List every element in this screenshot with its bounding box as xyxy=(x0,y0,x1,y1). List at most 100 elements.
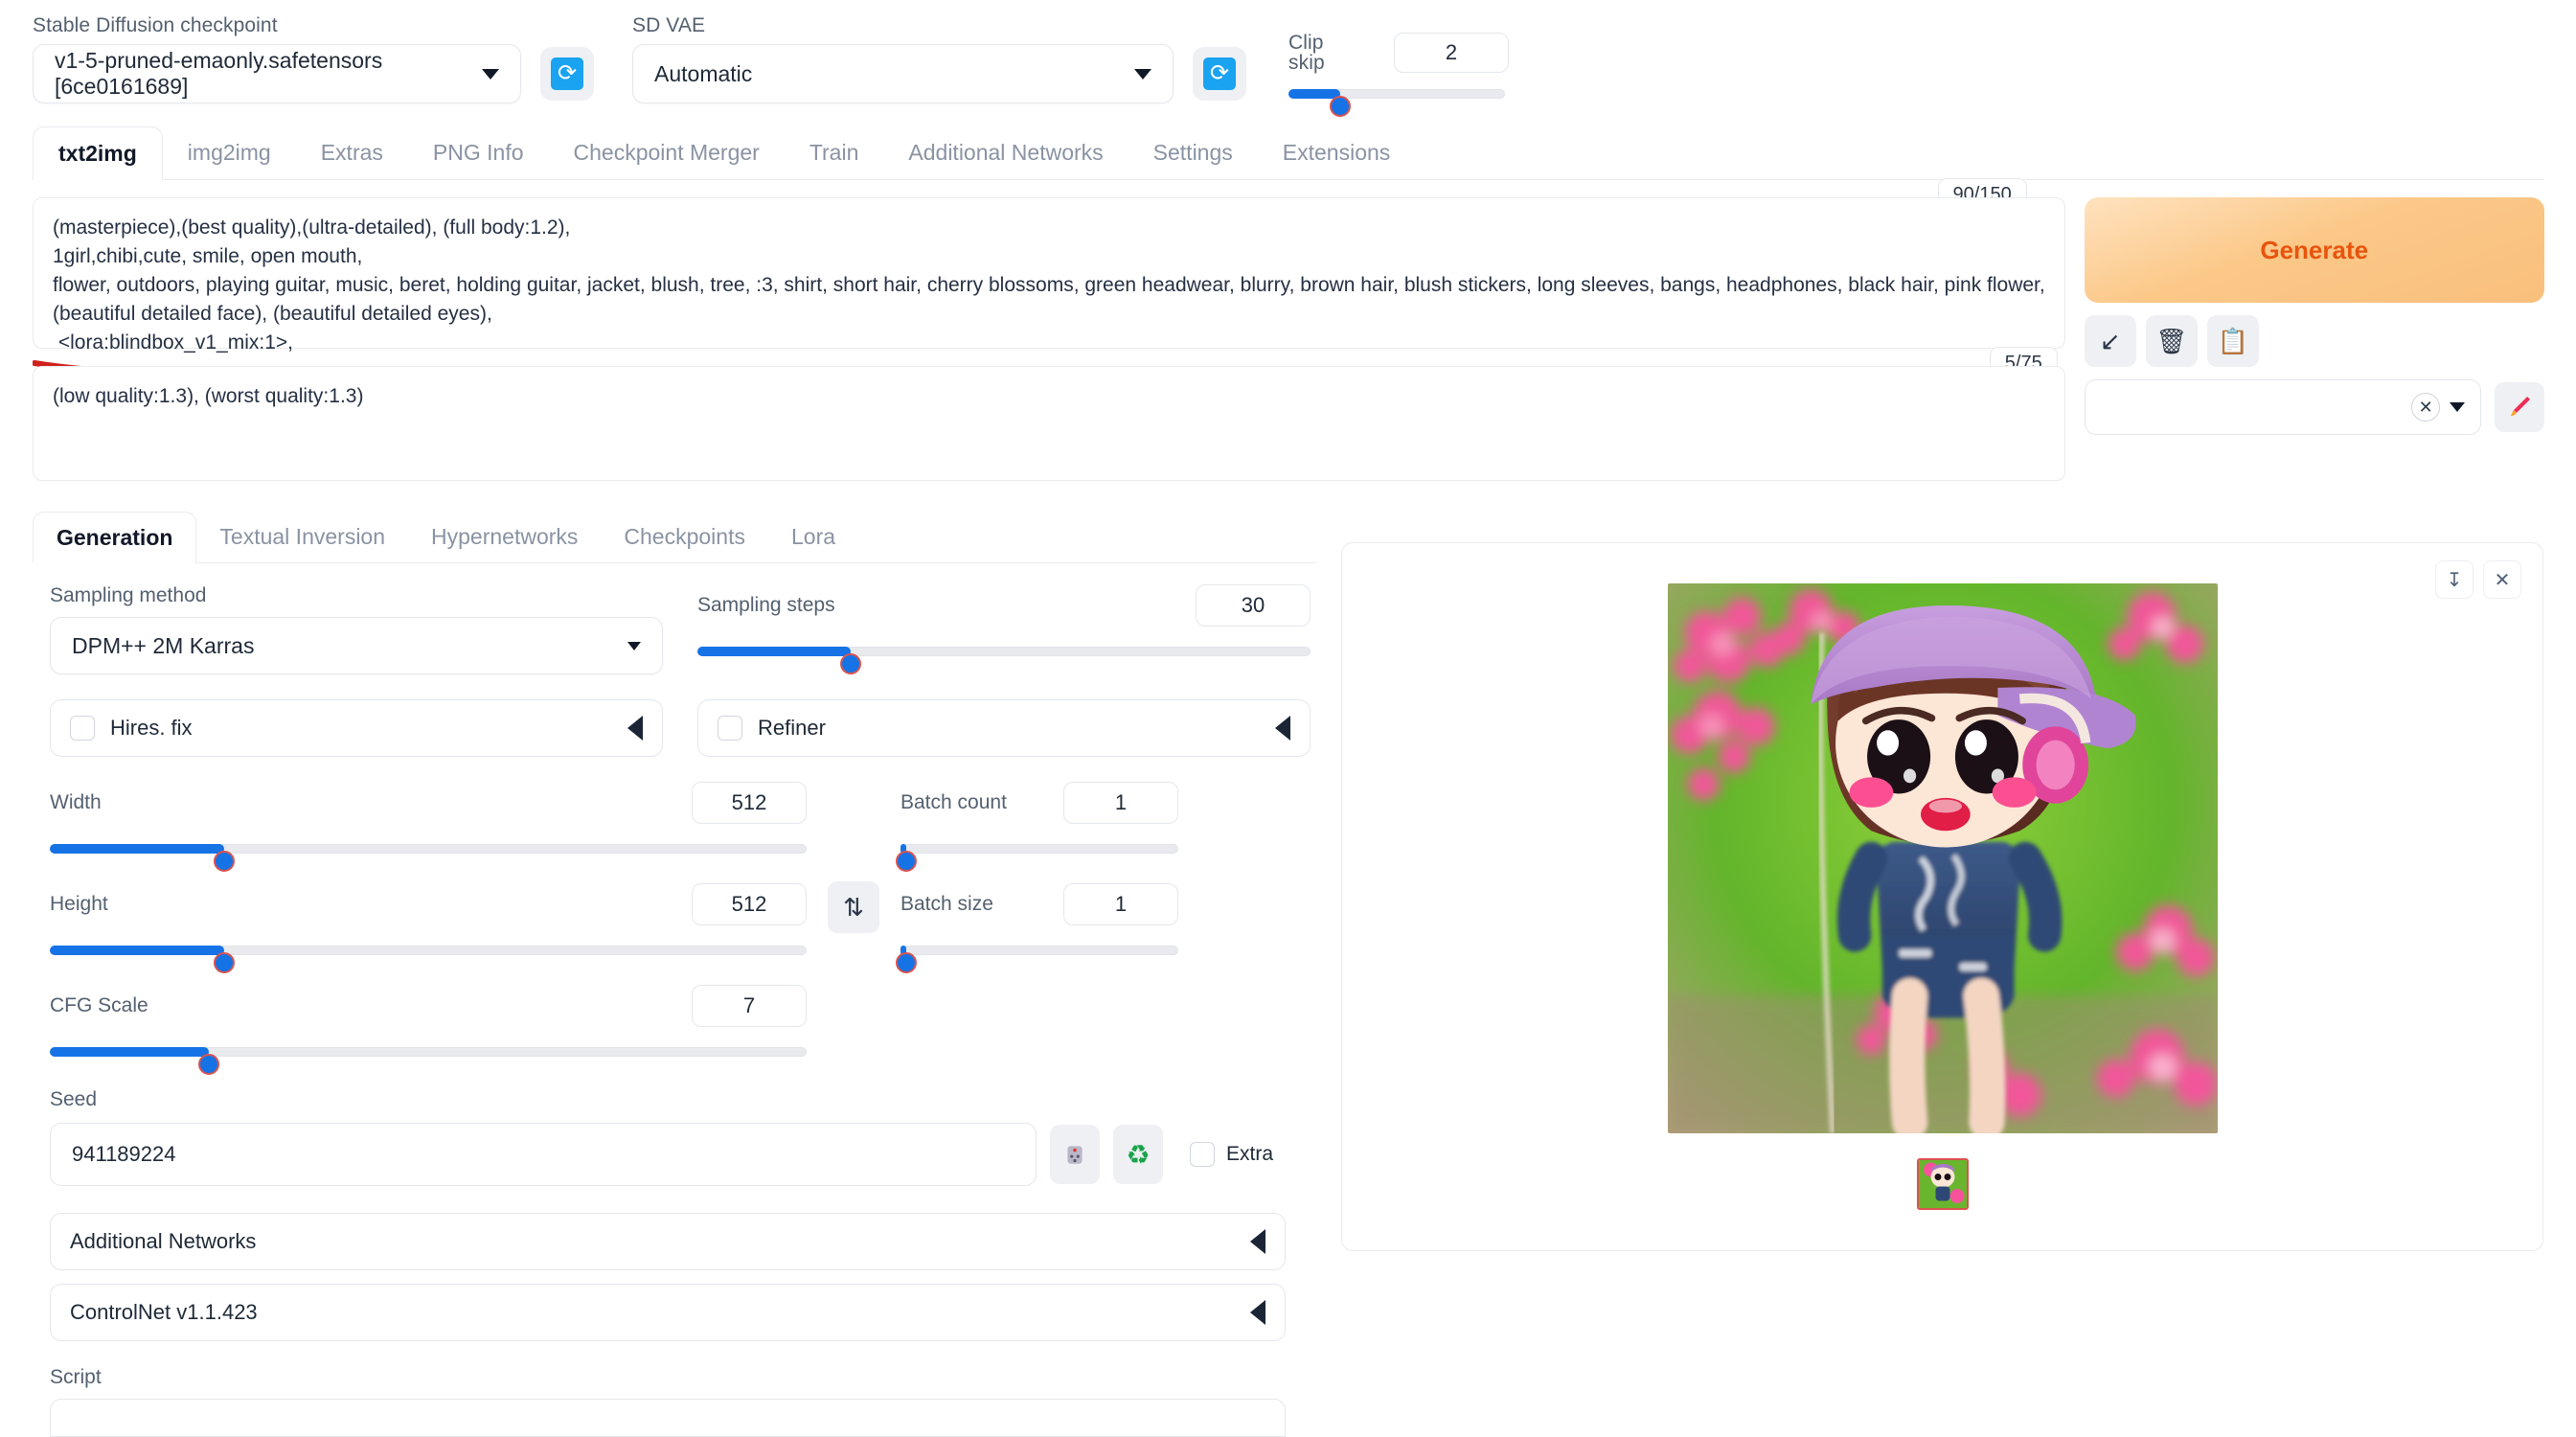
download-image-button[interactable]: ↧ xyxy=(2435,560,2473,599)
tab-train[interactable]: Train xyxy=(785,125,884,179)
hires-fix-label: Hires. fix xyxy=(110,716,193,740)
close-icon[interactable]: ✕ xyxy=(2411,393,2441,422)
styles-row: ✕ xyxy=(2084,379,2544,435)
script-dropdown[interactable] xyxy=(50,1399,1286,1437)
action-icon-row: ↙ 🗑 📋 xyxy=(2084,315,2544,367)
batch-count-value[interactable]: 1 xyxy=(1063,782,1178,824)
tab-checkpoint-merger[interactable]: Checkpoint Merger xyxy=(549,125,785,179)
styles-select[interactable]: ✕ xyxy=(2084,379,2482,435)
tab-lora[interactable]: Lora xyxy=(768,511,858,562)
slider-thumb[interactable] xyxy=(1330,96,1352,117)
slider-fill xyxy=(50,946,224,955)
slider-fill xyxy=(1288,89,1341,99)
clip-skip-value[interactable]: 2 xyxy=(1394,33,1509,73)
hires-fix-accordion[interactable]: Hires. fix xyxy=(50,699,663,757)
checkpoint-dropdown[interactable]: v1-5-pruned-emaonly.safetensors [6ce0161… xyxy=(33,44,521,103)
tab-txt2img[interactable]: txt2img xyxy=(33,126,163,180)
clip-skip-label: Clip skip xyxy=(1288,32,1325,74)
cfg-value[interactable]: 7 xyxy=(692,985,807,1027)
refiner-label: Refiner xyxy=(758,716,826,740)
clip-skip-slider[interactable] xyxy=(1288,84,1505,117)
sampling-steps-slider[interactable] xyxy=(697,642,1311,674)
negative-prompt-input[interactable]: (low quality:1.3), (worst quality:1.3) xyxy=(33,366,2065,481)
slider-thumb[interactable] xyxy=(213,851,235,872)
sampling-steps-value[interactable]: 30 xyxy=(1196,584,1311,627)
swap-dimensions-button[interactable]: ⇅ xyxy=(828,881,879,933)
additional-networks-accordion[interactable]: Additional Networks xyxy=(50,1213,1286,1270)
batch-size-value[interactable]: 1 xyxy=(1063,883,1178,925)
prompt-line: flower, outdoors, playing guitar, music,… xyxy=(53,274,2045,296)
actions-column: Generate ↙ 🗑 📋 ✕ xyxy=(2084,197,2544,481)
sampling-method-group: Sampling method DPM++ 2M Karras xyxy=(50,584,663,674)
close-image-button[interactable]: ✕ xyxy=(2483,560,2521,599)
tab-png-info[interactable]: PNG Info xyxy=(408,125,549,179)
slider-thumb[interactable] xyxy=(197,1054,219,1075)
vae-dropdown[interactable]: Automatic xyxy=(632,44,1174,103)
refresh-vae-button[interactable]: ⟳ xyxy=(1193,47,1246,101)
reuse-seed-button[interactable]: ♻ xyxy=(1113,1125,1163,1184)
height-slider[interactable] xyxy=(50,941,807,973)
refiner-accordion[interactable]: Refiner xyxy=(697,699,1311,757)
image-preview-area xyxy=(1359,560,2525,1210)
controlnet-accordion[interactable]: ControlNet v1.1.423 xyxy=(50,1284,1286,1341)
generated-image[interactable] xyxy=(1667,583,2218,1133)
vae-group: SD VAE Automatic xyxy=(632,15,1174,103)
seed-input[interactable]: 941189224 xyxy=(50,1123,1037,1186)
chevron-down-icon xyxy=(482,68,499,80)
prompt-line: 1girl,chibi,cute, smile, open mouth, xyxy=(53,245,363,267)
extra-checkbox[interactable] xyxy=(1190,1142,1215,1167)
dimension-sliders: Width 512 Height 512 CFG Scale 7 xyxy=(50,782,807,1075)
sampling-method-value: DPM++ 2M Karras xyxy=(72,632,255,658)
tab-img2img[interactable]: img2img xyxy=(163,125,296,179)
read-generation-params-button[interactable]: ↙ xyxy=(2084,315,2136,367)
height-value[interactable]: 512 xyxy=(692,883,807,925)
extra-label: Extra xyxy=(1226,1143,1274,1165)
height-label: Height xyxy=(50,893,108,915)
tab-additional-networks[interactable]: Additional Networks xyxy=(883,125,1128,179)
batch-count-head: Batch count 1 xyxy=(900,782,1178,824)
dimensions-row: Width 512 Height 512 CFG Scale 7 ⇅ Batch… xyxy=(50,782,1316,1075)
refiner-checkbox[interactable] xyxy=(718,716,742,741)
tab-generation[interactable]: Generation xyxy=(33,512,197,563)
tab-checkpoints[interactable]: Checkpoints xyxy=(601,511,768,562)
seed-row: 941189224 ♻ Extra xyxy=(50,1123,1316,1186)
batch-settings: Batch count 1 Batch size 1 xyxy=(895,782,1178,973)
refresh-checkpoint-button[interactable]: ⟳ xyxy=(540,47,594,101)
apply-style-button[interactable]: 📋 xyxy=(2206,315,2259,367)
tab-hypernetworks[interactable]: Hypernetworks xyxy=(408,511,601,562)
edit-styles-button[interactable] xyxy=(2495,382,2544,432)
width-value[interactable]: 512 xyxy=(692,782,807,824)
clear-prompt-button[interactable]: 🗑 xyxy=(2145,315,2198,367)
cfg-slider[interactable] xyxy=(50,1042,807,1075)
checkpoint-label: Stable Diffusion checkpoint xyxy=(33,14,278,36)
batch-count-slider[interactable] xyxy=(895,839,1178,872)
sampling-steps-label: Sampling steps xyxy=(697,594,835,616)
vae-label: SD VAE xyxy=(632,14,706,36)
hires-fix-checkbox[interactable] xyxy=(70,716,95,741)
sampling-method-dropdown[interactable]: DPM++ 2M Karras xyxy=(50,617,663,674)
prompt-line: (masterpiece),(best quality),(ultra-deta… xyxy=(53,217,571,239)
positive-prompt-input[interactable]: (masterpiece),(best quality),(ultra-deta… xyxy=(33,197,2065,354)
slider-track xyxy=(900,844,1178,854)
sampling-method-label: Sampling method xyxy=(50,584,207,606)
refresh-icon: ⟳ xyxy=(1203,57,1236,90)
width-slider[interactable] xyxy=(50,839,807,872)
prompt-column: 90/150 (masterpiece),(best quality),(ult… xyxy=(33,178,2065,481)
batch-size-label: Batch size xyxy=(900,893,993,915)
slider-thumb[interactable] xyxy=(895,851,917,872)
batch-size-slider[interactable] xyxy=(895,941,1178,973)
tab-extras[interactable]: Extras xyxy=(296,125,408,179)
random-seed-button[interactable] xyxy=(1050,1125,1100,1184)
image-thumbnail[interactable] xyxy=(1916,1158,1969,1210)
extra-seed-group: Extra xyxy=(1190,1142,1273,1167)
generate-button[interactable]: Generate xyxy=(2084,197,2544,303)
refresh-icon: ⟳ xyxy=(551,57,583,90)
sampler-row: Sampling method DPM++ 2M Karras Sampling… xyxy=(50,584,1316,674)
tab-extensions[interactable]: Extensions xyxy=(1258,125,1416,179)
slider-thumb[interactable] xyxy=(895,952,917,973)
slider-thumb[interactable] xyxy=(213,952,235,973)
width-head: Width 512 xyxy=(50,782,807,824)
tab-settings[interactable]: Settings xyxy=(1128,125,1258,179)
slider-thumb[interactable] xyxy=(840,653,861,674)
tab-textual-inversion[interactable]: Textual Inversion xyxy=(196,511,408,562)
